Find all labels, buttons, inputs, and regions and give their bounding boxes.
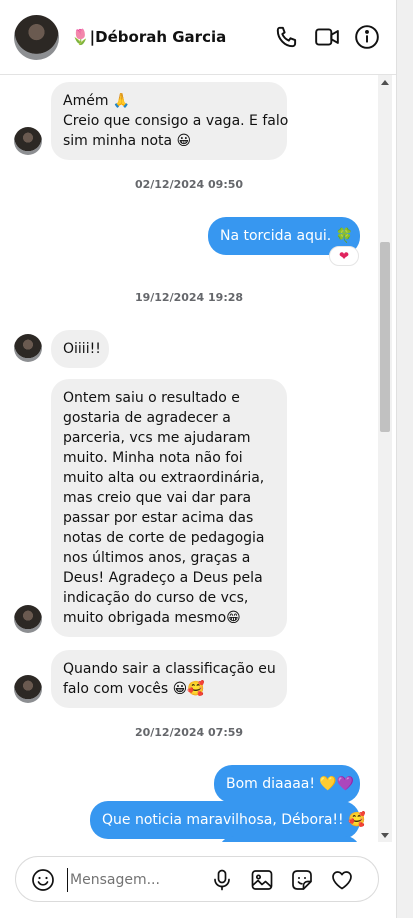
- message-line: nos últimos anos, graças a: [63, 550, 251, 566]
- video-camera-icon[interactable]: [313, 23, 341, 51]
- outgoing-message[interactable]: Que noticia maravilhosa, Débora!! 🥰: [90, 801, 366, 839]
- incoming-message[interactable]: Quando sair a classificação eu falo com …: [51, 650, 287, 708]
- window-edge: [396, 0, 413, 918]
- incoming-message[interactable]: Ontem saiu o resultado e gostaria de agr…: [51, 379, 287, 637]
- chat-scrollbar[interactable]: [378, 75, 392, 842]
- message-line: Amém 🙏: [63, 93, 131, 109]
- message-line: indicação do curso de vcs,: [63, 590, 249, 606]
- message-composer: [15, 856, 379, 902]
- timestamp: 02/12/2024 09:50: [134, 178, 244, 191]
- sticker-icon[interactable]: [289, 867, 315, 893]
- image-icon[interactable]: [249, 867, 275, 893]
- scrollbar-thumb[interactable]: [380, 242, 390, 432]
- chat-header: 🌷|Déborah Garcia: [0, 0, 413, 75]
- message-line: Deus! Agradeço a Deus pela: [63, 570, 263, 586]
- contact-avatar[interactable]: [14, 15, 59, 60]
- message-line: muito obrigada mesmo😁: [63, 610, 241, 626]
- message-line: notas de corte de pedagogia: [63, 530, 265, 546]
- message-line: parceria, vcs me ajudaram: [63, 430, 251, 446]
- timestamp: 20/12/2024 07:59: [134, 726, 244, 739]
- message-line: falo com vocês 😀🥰: [63, 681, 205, 697]
- sender-avatar[interactable]: [14, 127, 42, 155]
- timestamp: 19/12/2024 19:28: [134, 291, 244, 304]
- sender-avatar[interactable]: [14, 605, 42, 633]
- contact-name[interactable]: 🌷|Déborah Garcia: [71, 28, 226, 46]
- sender-avatar[interactable]: [14, 334, 42, 362]
- message-line: muito alta ou extraordinária,: [63, 470, 265, 486]
- scroll-up-arrow-icon[interactable]: [378, 75, 392, 89]
- incoming-message[interactable]: Amém 🙏 Creio que consigo a vaga. E falo …: [51, 82, 289, 160]
- message-line: Oiiii!!: [63, 341, 101, 357]
- sender-avatar[interactable]: [14, 675, 42, 703]
- message-line: Creio que consigo a vaga. E falo: [63, 113, 289, 129]
- heart-icon[interactable]: [329, 867, 355, 893]
- emoji-icon[interactable]: [30, 867, 56, 893]
- outgoing-message[interactable]: Bom diaaaa! 💛💜: [214, 765, 360, 803]
- message-line: mas creio que vai dar para: [63, 490, 252, 506]
- info-icon[interactable]: [353, 23, 381, 51]
- outgoing-message-partial[interactable]: [219, 836, 360, 842]
- message-input[interactable]: [67, 868, 207, 892]
- message-line: gostaria de agradecer a: [63, 410, 231, 426]
- scroll-down-arrow-icon[interactable]: [378, 828, 392, 842]
- message-line: muito. Minha nota não foi: [63, 450, 243, 466]
- phone-icon[interactable]: [273, 23, 301, 51]
- message-line: Ontem saiu o resultado e: [63, 390, 240, 406]
- heart-reaction[interactable]: ❤: [329, 246, 359, 266]
- message-thread: Amém 🙏 Creio que consigo a vaga. E falo …: [0, 75, 413, 842]
- message-line: sim minha nota 😀: [63, 133, 192, 149]
- incoming-message[interactable]: Oiiii!!: [51, 330, 109, 368]
- message-line: Quando sair a classificação eu: [63, 661, 276, 677]
- message-line: passar por estar acima das: [63, 510, 254, 526]
- microphone-icon[interactable]: [209, 867, 235, 893]
